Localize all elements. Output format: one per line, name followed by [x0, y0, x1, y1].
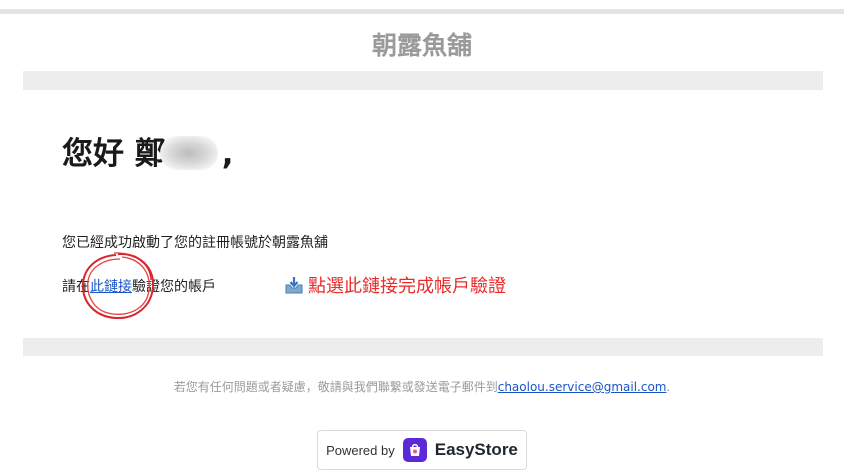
verify-suffix: 驗證您的帳戶	[132, 279, 216, 295]
verify-account-link[interactable]: 此鏈接	[90, 279, 132, 295]
footer-contact-note: 若您有任何問題或者疑慮，敬請與我們聯繫或發送電子郵件到chaolou.servi…	[0, 378, 844, 395]
top-divider	[0, 9, 844, 14]
redacted-name-blur	[159, 136, 218, 170]
powered-by-label: Powered by	[326, 442, 395, 458]
verify-prefix: 請在	[62, 279, 90, 295]
store-name-header: 朝露魚舖	[371, 31, 472, 60]
easystore-brand-name: EasyStore	[434, 440, 518, 459]
greeting-prefix: 您好 鄭	[62, 136, 166, 172]
card-bottom-band	[23, 338, 823, 356]
verify-message: 請在此鏈接驗證您的帳戶	[62, 276, 216, 296]
footer-note-text: 若您有任何問題或者疑慮，敬請與我們聯繫或發送電子郵件到	[173, 380, 498, 394]
powered-by-easystore-badge[interactable]: Powered by EasyStore	[317, 430, 527, 470]
footer-period: .	[666, 380, 671, 394]
inbox-download-icon	[285, 277, 303, 294]
support-email-link[interactable]: chaolou.service@gmail.com	[498, 380, 667, 394]
greeting-heading: 您好 鄭,	[62, 128, 234, 173]
verify-annotation: 點選此鏈接完成帳戶驗證	[284, 272, 506, 298]
greeting-suffix: ,	[221, 136, 234, 172]
card-top-band	[23, 71, 823, 90]
easystore-logo-icon	[402, 438, 427, 462]
activation-message: 您已經成功啟動了您的註冊帳號於朝露魚舖	[62, 235, 328, 251]
annotation-text: 點選此鏈接完成帳戶驗證	[308, 276, 506, 297]
